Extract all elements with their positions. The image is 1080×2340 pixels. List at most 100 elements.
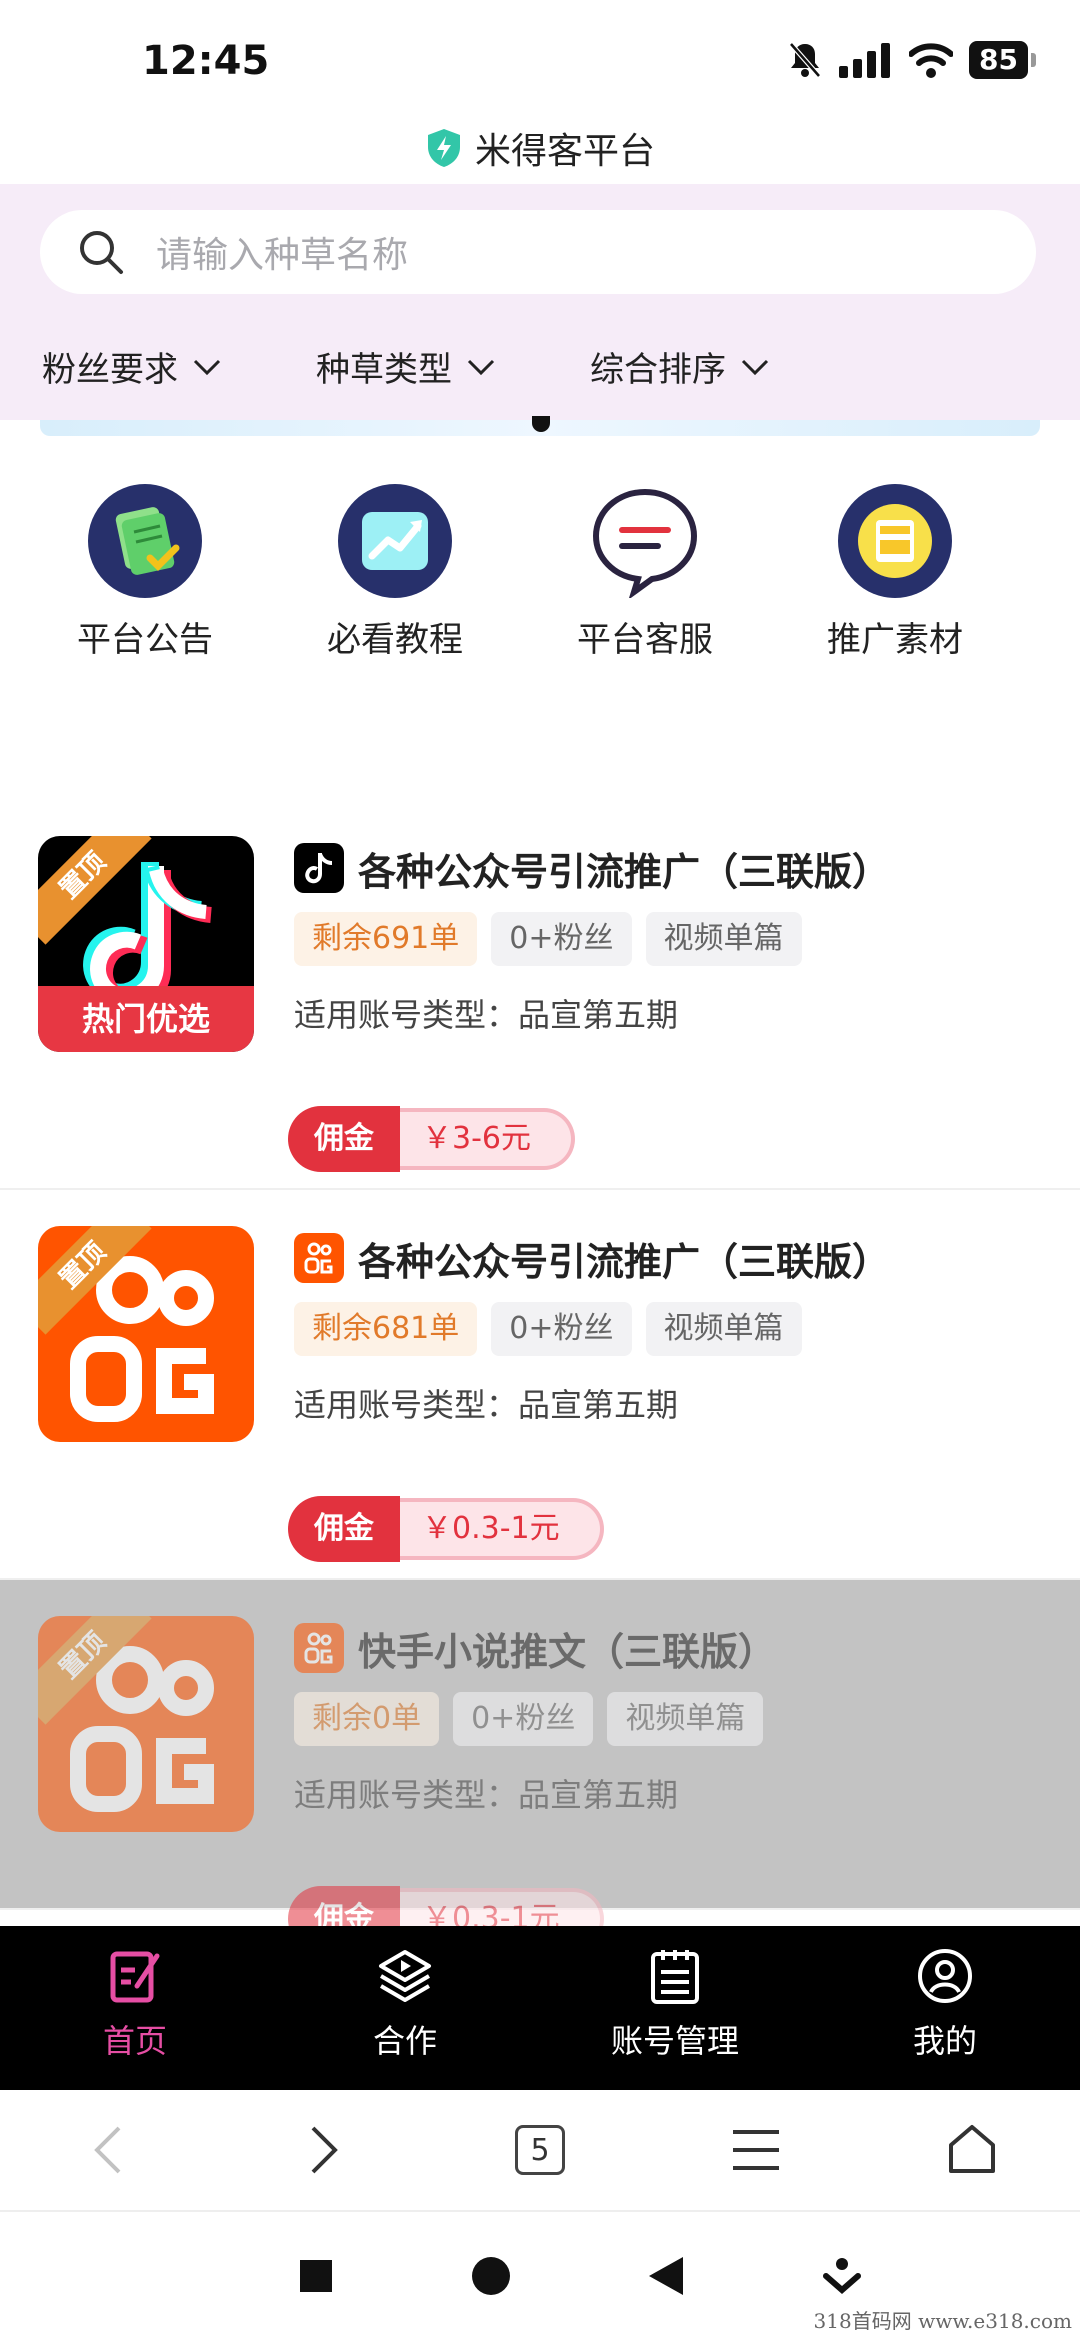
- filter-label: 粉丝要求: [42, 350, 178, 390]
- tab-label: 首页: [102, 2022, 167, 2060]
- task-card[interactable]: 置顶 各种公众号引流推广（三联版） 剩余681单 0+粉丝 视频单篇 适用账号类…: [0, 1190, 1080, 1580]
- remaining-tag: 剩余0单: [294, 1692, 440, 1746]
- task-title-row: 各种公众号引流推广（三联版）: [294, 836, 1054, 900]
- fans-tag: 0+粉丝: [491, 912, 632, 966]
- task-thumbnail: 置顶 热门优选: [38, 836, 254, 1052]
- filter-fans[interactable]: 粉丝要求: [42, 342, 316, 391]
- page-title: 米得客平台: [474, 131, 655, 172]
- bell-muted-icon: [789, 42, 821, 78]
- signal-icon: [839, 43, 891, 78]
- type-tag: 视频单篇: [607, 1692, 764, 1746]
- recents-icon[interactable]: [298, 2258, 334, 2294]
- chevron-right-icon: [311, 2126, 338, 2174]
- quick-nav-service[interactable]: 平台客服: [520, 484, 770, 664]
- chevron-down-icon: [467, 359, 495, 375]
- filter-type[interactable]: 种草类型: [316, 342, 590, 391]
- title-bar: 米得客平台: [0, 112, 1080, 184]
- home-icon: [949, 2125, 995, 2173]
- remaining-tag: 剩余681单: [294, 1302, 478, 1356]
- filter-sort[interactable]: 综合排序: [590, 342, 864, 391]
- assistant-icon[interactable]: [822, 2256, 862, 2296]
- commission-badge: 佣金 ￥0.3-1元: [288, 1496, 604, 1562]
- chevron-down-icon: [193, 359, 221, 375]
- type-tag: 视频单篇: [645, 912, 802, 966]
- task-title-row: 快手小说推文（三联版）: [294, 1616, 1054, 1680]
- commission-value: ￥0.3-1元: [396, 1498, 604, 1560]
- tab-label: 合作: [372, 2022, 437, 2060]
- chat-bubble-icon: [588, 484, 702, 598]
- account-type: 适用账号类型：品宣第五期: [294, 996, 679, 1034]
- tab-label: 账号管理: [610, 2022, 739, 2060]
- back-triangle-icon[interactable]: [647, 2255, 685, 2297]
- home-circle-icon[interactable]: [471, 2256, 511, 2296]
- fans-tag: 0+粉丝: [491, 1302, 632, 1356]
- chevron-left-icon: [94, 2126, 121, 2174]
- search-icon: [80, 231, 123, 274]
- layers-play-icon: [379, 1950, 431, 2002]
- commission-label: 佣金: [288, 1106, 400, 1172]
- account-type: 适用账号类型：品宣第五期: [294, 1776, 679, 1814]
- forward-button[interactable]: [264, 2105, 384, 2195]
- task-title: 各种公众号引流推广（三联版）: [358, 1239, 891, 1284]
- chart-trend-icon: [338, 484, 452, 598]
- header-filter-area: 请输入种草名称 粉丝要求 种草类型 综合排序: [0, 184, 1080, 420]
- status-bar: 12:45 85: [0, 0, 1080, 120]
- filter-label: 种草类型: [316, 350, 452, 390]
- filter-row: 粉丝要求 种草类型 综合排序: [42, 342, 864, 391]
- quick-nav: 平台公告 必看教程 平台客服 推广素材: [0, 484, 1080, 664]
- thumb-caption: 热门优选: [38, 986, 254, 1052]
- quick-nav-materials[interactable]: 推广素材: [770, 484, 1020, 664]
- task-title: 各种公众号引流推广（三联版）: [358, 849, 891, 894]
- kuaishou-icon: [294, 1623, 344, 1673]
- filter-label: 综合排序: [590, 350, 726, 390]
- task-thumbnail: 置顶: [38, 1226, 254, 1442]
- tab-label: 我的: [912, 2022, 977, 2060]
- tab-cooperation[interactable]: 合作: [270, 1926, 540, 2090]
- notepad-icon: [88, 484, 202, 598]
- task-title-row: 各种公众号引流推广（三联版）: [294, 1226, 1054, 1290]
- task-tags: 剩余691单 0+粉丝 视频单篇: [294, 912, 1054, 966]
- quick-nav-label: 必看教程: [327, 620, 463, 660]
- task-list: 置顶 热门优选 各种公众号引流推广（三联版） 剩余691单 0+粉丝 视频单篇 …: [0, 800, 1080, 1952]
- menu-icon: [733, 2130, 779, 2170]
- wifi-icon: [909, 43, 954, 78]
- task-tags: 剩余681单 0+粉丝 视频单篇: [294, 1302, 1054, 1356]
- battery-indicator: 85: [969, 41, 1036, 79]
- archive-box-icon: [838, 484, 952, 598]
- chevron-down-icon: [741, 359, 769, 375]
- douyin-icon: [294, 843, 344, 893]
- task-title: 快手小说推文（三联版）: [358, 1629, 777, 1674]
- quick-nav-label: 推广素材: [827, 620, 963, 660]
- tab-home[interactable]: 首页: [0, 1926, 270, 2090]
- fans-tag: 0+粉丝: [453, 1692, 594, 1746]
- quick-nav-tutorial[interactable]: 必看教程: [270, 484, 520, 664]
- task-body: 各种公众号引流推广（三联版） 剩余691单 0+粉丝 视频单篇 适用账号类型：品…: [288, 836, 1054, 1172]
- quick-nav-announcement[interactable]: 平台公告: [20, 484, 270, 664]
- status-icons: 85: [787, 40, 1036, 80]
- commission-value: ￥3-6元: [396, 1108, 575, 1170]
- remaining-tag: 剩余691单: [294, 912, 478, 966]
- tab-count: 5: [515, 2125, 565, 2175]
- home-edit-icon: [110, 1951, 160, 2003]
- task-card-disabled: 置顶 快手小说推文（三联版） 剩余0单 0+粉丝 视频单篇 适用账号类型：品宣第…: [0, 1580, 1080, 1952]
- status-time: 12:45: [142, 38, 270, 84]
- quick-nav-label: 平台客服: [577, 620, 713, 660]
- browser-toolbar: 5: [0, 2090, 1080, 2212]
- task-body: 各种公众号引流推广（三联版） 剩余681单 0+粉丝 视频单篇 适用账号类型：品…: [288, 1226, 1054, 1562]
- tab-account-management[interactable]: 账号管理: [540, 1926, 810, 2090]
- bottom-tab-bar: 首页 合作 账号管理 我的: [0, 1926, 1080, 2090]
- shield-bolt-icon: [427, 129, 460, 167]
- tab-mine[interactable]: 我的: [810, 1926, 1080, 2090]
- type-tag: 视频单篇: [645, 1302, 802, 1356]
- search-input[interactable]: 请输入种草名称: [40, 210, 1036, 294]
- task-body: 快手小说推文（三联版） 剩余0单 0+粉丝 视频单篇 适用账号类型：品宣第五期 …: [288, 1616, 1054, 1952]
- task-card[interactable]: 置顶 热门优选 各种公众号引流推广（三联版） 剩余691单 0+粉丝 视频单篇 …: [0, 800, 1080, 1190]
- tabs-button[interactable]: 5: [480, 2105, 600, 2195]
- home-button[interactable]: [912, 2105, 1032, 2195]
- quick-nav-label: 平台公告: [77, 620, 213, 660]
- commission-badge: 佣金 ￥3-6元: [288, 1106, 575, 1172]
- back-button[interactable]: [48, 2105, 168, 2195]
- menu-button[interactable]: [696, 2105, 816, 2195]
- watermark-text: 318首码网 www.e318.com: [813, 2309, 1072, 2333]
- task-tags: 剩余0单 0+粉丝 视频单篇: [294, 1692, 1054, 1746]
